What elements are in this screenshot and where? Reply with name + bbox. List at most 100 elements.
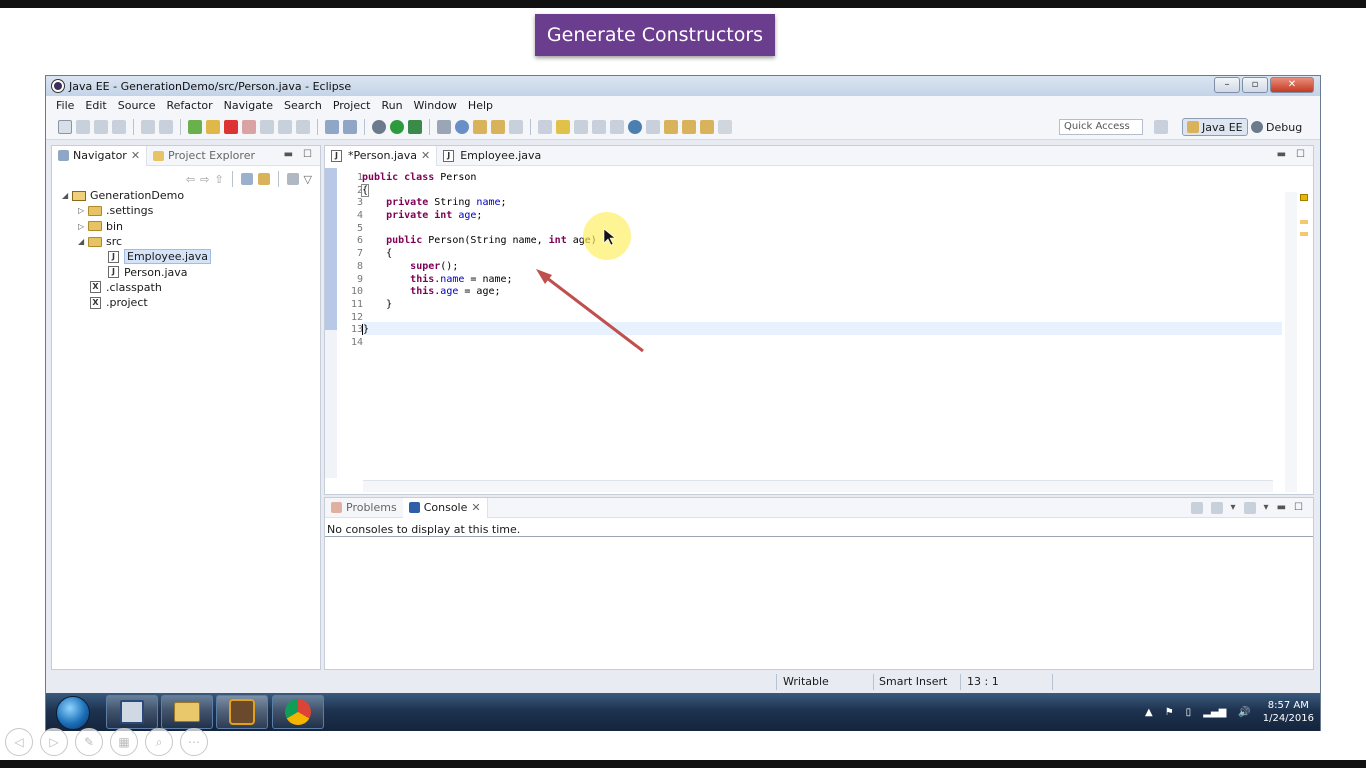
search-icon[interactable] <box>509 119 523 134</box>
tree-item-classpath[interactable]: X .classpath <box>62 280 211 295</box>
open-task-icon[interactable] <box>491 119 505 134</box>
pen-icon[interactable]: ✎ <box>75 728 103 756</box>
window-titlebar[interactable]: Java EE - GenerationDemo/src/Person.java… <box>46 76 1320 96</box>
menu-refactor[interactable]: Refactor <box>167 99 213 112</box>
new-server-icon[interactable] <box>437 119 451 134</box>
minimize-view-icon[interactable]: ▬ <box>1277 149 1286 160</box>
show-whitespace-icon[interactable] <box>610 119 624 134</box>
menu-edit[interactable]: Edit <box>85 99 106 112</box>
new-package-icon[interactable] <box>455 119 469 134</box>
menu-run[interactable]: Run <box>381 99 402 112</box>
tab-console[interactable]: Console ✕ <box>402 497 488 518</box>
tab-navigator[interactable]: Navigator ✕ <box>52 145 148 166</box>
warning-marker-icon[interactable] <box>1300 194 1308 201</box>
last-edit-location-icon[interactable] <box>682 119 696 134</box>
clock[interactable]: 8:57 AM 1/24/2016 <box>1263 699 1314 725</box>
tree-item-employee-java[interactable]: J Employee.java <box>62 249 212 265</box>
tree-item-bin[interactable]: ▷ bin <box>62 219 211 234</box>
globe-icon[interactable] <box>628 119 642 134</box>
terminate-icon[interactable] <box>224 119 238 134</box>
back-arrow-icon[interactable]: ⇦ <box>186 173 195 186</box>
new-icon[interactable] <box>58 119 72 134</box>
start-button[interactable] <box>56 696 90 730</box>
expand-arrow-icon[interactable]: ▷ <box>78 222 88 231</box>
slides-icon[interactable]: ▦ <box>110 728 138 756</box>
print-icon[interactable] <box>112 119 126 134</box>
close-tab-icon[interactable]: ✕ <box>131 149 140 162</box>
link-with-editor-icon[interactable] <box>257 173 270 185</box>
run-icon[interactable] <box>390 119 404 134</box>
tab-employee-java[interactable]: J Employee.java <box>437 146 547 166</box>
taskbar-app-chrome[interactable] <box>272 695 324 729</box>
chevron-down-icon[interactable]: ▾ <box>1231 502 1236 514</box>
debug-icon[interactable] <box>372 119 386 134</box>
step-over-icon[interactable] <box>278 119 292 134</box>
show-hidden-icons-icon[interactable]: ▲ <box>1145 707 1153 718</box>
more-options-icon[interactable]: ⋯ <box>180 728 208 756</box>
drop-to-frame-icon[interactable] <box>325 119 339 134</box>
close-tab-icon[interactable]: ✕ <box>421 149 430 162</box>
resume-icon[interactable] <box>188 119 202 134</box>
previous-annotation-icon[interactable] <box>664 119 678 134</box>
minimize-button[interactable]: – <box>1214 77 1240 93</box>
forward-icon[interactable] <box>718 119 732 134</box>
tree-item-dotproject[interactable]: X .project <box>62 295 211 310</box>
coverage-icon[interactable] <box>408 119 422 134</box>
perspective-debug[interactable]: Debug <box>1247 118 1306 136</box>
minimize-view-icon[interactable]: ▬ <box>1277 502 1286 514</box>
open-console-icon[interactable] <box>1243 502 1256 514</box>
save-all-icon[interactable] <box>94 119 108 134</box>
next-slide-icon[interactable]: ▷ <box>40 728 68 756</box>
quick-access-input[interactable]: Quick Access <box>1059 119 1143 135</box>
block-selection-icon[interactable] <box>574 119 588 134</box>
source-code[interactable]: public class Person { private String nam… <box>360 172 597 350</box>
suspend-icon[interactable] <box>206 119 220 134</box>
back-icon[interactable] <box>700 119 714 134</box>
maximize-view-icon[interactable]: ☐ <box>1296 149 1305 160</box>
menu-help[interactable]: Help <box>468 99 493 112</box>
tree-item-settings[interactable]: ▷ .settings <box>62 203 211 218</box>
overview-ruler[interactable] <box>1299 192 1309 492</box>
tree-item-src[interactable]: ◢ src <box>62 234 211 249</box>
save-icon[interactable] <box>76 119 90 134</box>
taskbar-app-eclipse[interactable] <box>216 695 268 729</box>
collapse-arrow-icon[interactable]: ◢ <box>78 237 88 246</box>
menu-source[interactable]: Source <box>118 99 156 112</box>
step-return-icon[interactable] <box>296 119 310 134</box>
word-wrap-icon[interactable] <box>592 119 606 134</box>
close-button[interactable]: ✕ <box>1270 77 1314 93</box>
perspective-java-ee[interactable]: Java EE <box>1182 118 1248 136</box>
display-console-icon[interactable] <box>1210 502 1223 514</box>
minimize-view-icon[interactable]: ▬ <box>284 149 293 160</box>
step-into-icon[interactable] <box>260 119 274 134</box>
menu-search[interactable]: Search <box>284 99 322 112</box>
use-step-filters-icon[interactable] <box>343 119 357 134</box>
menu-window[interactable]: Window <box>414 99 457 112</box>
previous-slide-icon[interactable]: ◁ <box>5 728 33 756</box>
open-type-icon[interactable] <box>473 119 487 134</box>
tab-person-java[interactable]: J *Person.java ✕ <box>325 145 438 166</box>
flag-icon[interactable]: ⚑ <box>1165 707 1174 718</box>
code-area[interactable]: 1 2 3 4 5 6 7 8 9 10 11 12 13 14 public … <box>325 168 1313 492</box>
forward-arrow-icon[interactable]: ⇨ <box>200 173 209 186</box>
menu-navigate[interactable]: Navigate <box>224 99 273 112</box>
menu-project[interactable]: Project <box>333 99 371 112</box>
volume-icon[interactable]: 🔊 <box>1238 707 1250 718</box>
maximize-button[interactable]: ▫ <box>1242 77 1268 93</box>
maximize-view-icon[interactable]: ☐ <box>303 149 312 160</box>
open-perspective-button[interactable] <box>1150 118 1172 136</box>
mark-occurrences-icon[interactable] <box>556 119 570 134</box>
tab-problems[interactable]: Problems <box>325 498 403 518</box>
next-annotation-icon[interactable] <box>646 119 660 134</box>
maximize-view-icon[interactable]: ☐ <box>1294 502 1303 514</box>
pin-console-icon[interactable] <box>1190 502 1203 514</box>
collapse-all-icon[interactable] <box>240 173 253 185</box>
taskbar-app-explorer[interactable] <box>161 695 213 729</box>
up-arrow-icon[interactable]: ⇧ <box>214 173 223 186</box>
skip-breakpoints-icon[interactable] <box>159 119 173 134</box>
tab-project-explorer[interactable]: Project Explorer <box>147 146 261 166</box>
battery-icon[interactable]: ▯ <box>1186 707 1192 718</box>
close-tab-icon[interactable]: ✕ <box>471 501 480 514</box>
editor-vertical-scrollbar[interactable] <box>1285 192 1297 492</box>
editor-gutter[interactable] <box>325 168 337 478</box>
